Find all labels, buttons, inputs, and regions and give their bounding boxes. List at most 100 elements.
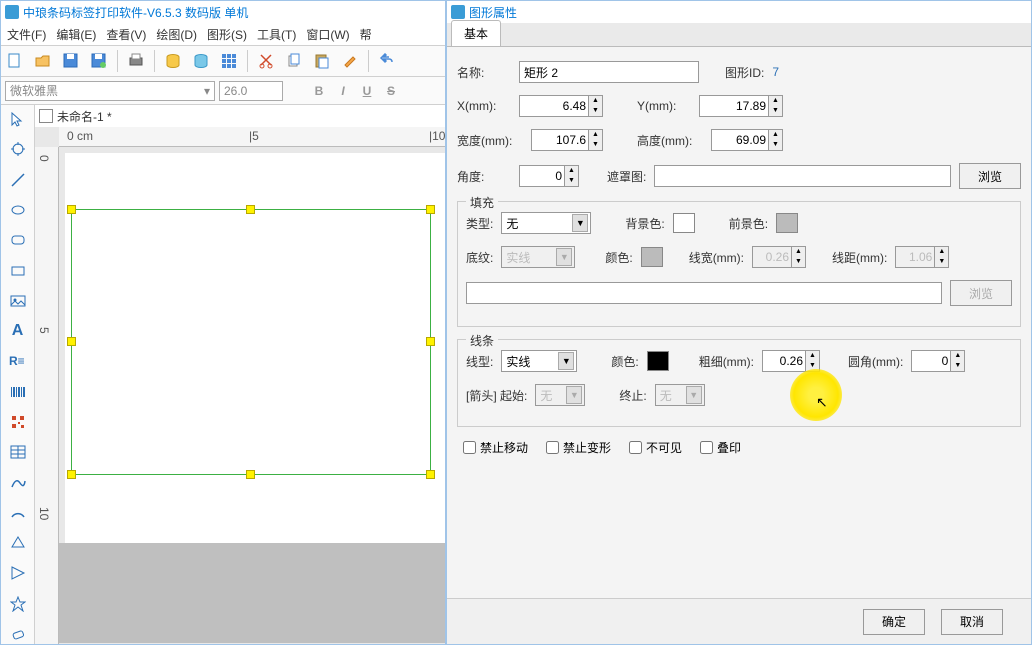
italic-button[interactable]: I <box>333 81 353 101</box>
y-input[interactable] <box>704 99 766 113</box>
angle-spinner[interactable]: ▲▼ <box>565 165 579 187</box>
cylinder-icon[interactable] <box>191 51 211 71</box>
save-as-icon[interactable] <box>89 51 109 71</box>
ellipse-tool-icon[interactable] <box>7 200 29 220</box>
menu-window[interactable]: 窗口(W) <box>306 26 349 43</box>
dialog-icon <box>451 5 465 19</box>
canvas-area[interactable]: 0 cm |5 |10 0 5 10 <box>35 127 445 644</box>
line-type-combo[interactable]: 实线▼ <box>501 350 577 372</box>
menu-shape[interactable]: 图形(S) <box>207 26 247 43</box>
thickness-spinner[interactable]: ▲▼ <box>806 350 820 372</box>
open-icon[interactable] <box>33 51 53 71</box>
selected-rectangle[interactable] <box>71 209 431 475</box>
strike-button[interactable]: S <box>381 81 401 101</box>
cancel-button[interactable]: 取消 <box>941 609 1003 635</box>
eraser-tool-icon[interactable] <box>7 624 29 644</box>
resize-handle[interactable] <box>246 470 255 479</box>
line-tool-icon[interactable] <box>7 170 29 190</box>
fgcolor-swatch[interactable] <box>776 213 798 233</box>
menu-view[interactable]: 查看(V) <box>106 26 146 43</box>
fill-path-input[interactable] <box>466 282 942 304</box>
triangle-tool-icon[interactable] <box>7 563 29 583</box>
toolbar-separator <box>247 50 248 72</box>
resize-handle[interactable] <box>426 470 435 479</box>
copy-icon[interactable] <box>284 51 304 71</box>
fill-color-swatch <box>641 247 663 267</box>
paint-icon[interactable] <box>340 51 360 71</box>
underline-button[interactable]: U <box>357 81 377 101</box>
dialog-body: 名称: 图形ID: 7 X(mm): ▲▼ Y(mm): ▲▼ 宽度(mm): … <box>447 47 1031 598</box>
ok-button[interactable]: 确定 <box>863 609 925 635</box>
rect-tool-icon[interactable] <box>7 260 29 280</box>
angle-input[interactable] <box>524 169 562 183</box>
new-doc-icon[interactable] <box>5 51 25 71</box>
height-spinner[interactable]: ▲▼ <box>769 129 783 151</box>
undo-icon[interactable] <box>377 51 397 71</box>
bold-button[interactable]: B <box>309 81 329 101</box>
qrcode-tool-icon[interactable] <box>7 412 29 432</box>
menu-tool[interactable]: 工具(T) <box>257 26 296 43</box>
database-icon[interactable] <box>163 51 183 71</box>
fill-ls-label: 线距(mm): <box>832 249 887 266</box>
dialog-title-bar: 图形属性 <box>447 1 1031 23</box>
pointer-tool-icon[interactable] <box>7 109 29 129</box>
resize-handle[interactable] <box>246 205 255 214</box>
arrow-end-combo: 无▼ <box>655 384 705 406</box>
pattern-value: 实线 <box>506 249 530 266</box>
grid-icon[interactable] <box>219 51 239 71</box>
mask-input[interactable] <box>654 165 951 187</box>
document-area: 未命名-1 * 0 cm |5 |10 0 5 10 <box>35 105 445 644</box>
print-icon[interactable] <box>126 51 146 71</box>
line-type-label: 线型: <box>466 353 493 370</box>
arc-tool-icon[interactable] <box>7 503 29 523</box>
radius-input[interactable] <box>916 354 948 368</box>
polygon-tool-icon[interactable] <box>7 533 29 553</box>
font-family-combo[interactable]: 微软雅黑 ▾ <box>5 81 215 101</box>
mask-browse-button[interactable]: 浏览 <box>959 163 1021 189</box>
resize-handle[interactable] <box>67 337 76 346</box>
richtext-tool-icon[interactable]: R≡ <box>7 351 29 371</box>
page-canvas[interactable] <box>65 153 445 543</box>
radius-spinner[interactable]: ▲▼ <box>951 350 965 372</box>
height-label: 高度(mm): <box>637 132 703 149</box>
menu-help[interactable]: 帮 <box>360 26 372 43</box>
bgcolor-swatch[interactable] <box>673 213 695 233</box>
main-toolbar <box>1 45 445 77</box>
resize-handle[interactable] <box>426 337 435 346</box>
width-spinner[interactable]: ▲▼ <box>589 129 603 151</box>
document-tab[interactable]: 未命名-1 * <box>35 105 445 127</box>
image-tool-icon[interactable] <box>7 291 29 311</box>
x-input[interactable] <box>524 99 586 113</box>
text-tool-icon[interactable]: A <box>7 321 29 341</box>
tab-basic[interactable]: 基本 <box>451 20 501 46</box>
menu-file[interactable]: 文件(F) <box>7 26 46 43</box>
pan-tool-icon[interactable] <box>7 139 29 159</box>
curve-tool-icon[interactable] <box>7 472 29 492</box>
width-input[interactable] <box>536 133 586 147</box>
x-spinner[interactable]: ▲▼ <box>589 95 603 117</box>
stroke-color-swatch[interactable] <box>647 351 669 371</box>
star-tool-icon[interactable] <box>7 594 29 614</box>
y-spinner[interactable]: ▲▼ <box>769 95 783 117</box>
resize-handle[interactable] <box>426 205 435 214</box>
name-input[interactable] <box>519 61 699 83</box>
resize-handle[interactable] <box>67 205 76 214</box>
menu-edit[interactable]: 编辑(E) <box>56 26 96 43</box>
invisible-checkbox[interactable]: 不可见 <box>629 439 682 456</box>
overprint-checkbox[interactable]: 叠印 <box>700 439 741 456</box>
roundrect-tool-icon[interactable] <box>7 230 29 250</box>
table-tool-icon[interactable] <box>7 442 29 462</box>
barcode-tool-icon[interactable] <box>7 382 29 402</box>
font-size-combo[interactable]: 26.0 <box>219 81 283 101</box>
lock-move-checkbox[interactable]: 禁止移动 <box>463 439 528 456</box>
thickness-input[interactable] <box>767 354 803 368</box>
lock-resize-checkbox[interactable]: 禁止变形 <box>546 439 611 456</box>
save-icon[interactable] <box>61 51 81 71</box>
height-input[interactable] <box>716 133 766 147</box>
y-label: Y(mm): <box>637 99 691 113</box>
fill-type-combo[interactable]: 无▼ <box>501 212 591 234</box>
paste-icon[interactable] <box>312 51 332 71</box>
cut-icon[interactable] <box>256 51 276 71</box>
menu-draw[interactable]: 绘图(D) <box>156 26 197 43</box>
resize-handle[interactable] <box>67 470 76 479</box>
